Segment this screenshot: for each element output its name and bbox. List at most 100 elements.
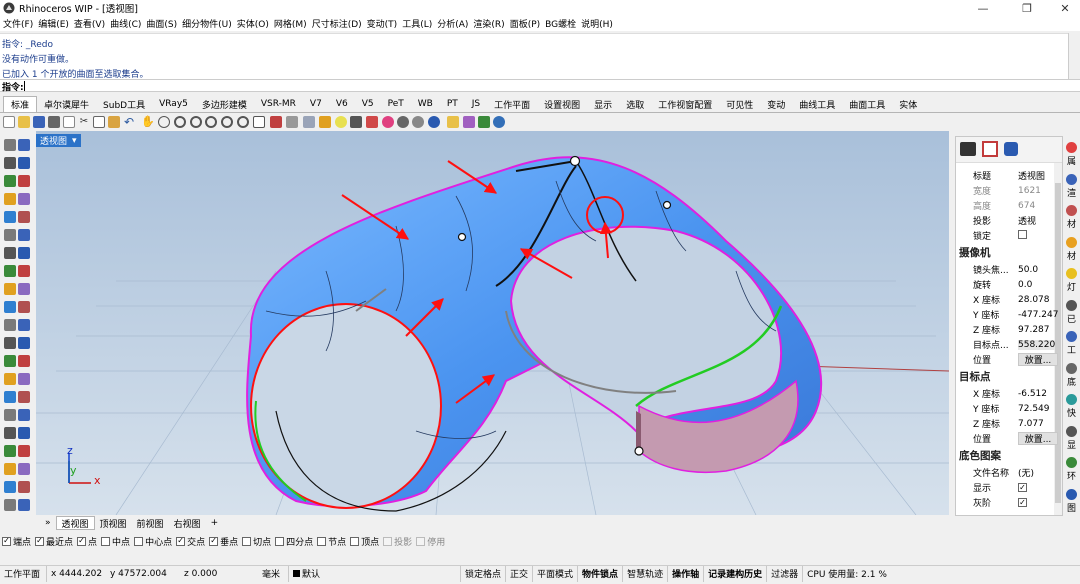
property-value[interactable] [1018,229,1027,242]
explode-icon[interactable] [18,337,30,349]
curve-icon[interactable] [18,157,30,169]
viewport-tab-front[interactable]: 前视图 [132,516,169,530]
command-history-scrollbar[interactable] [1068,33,1080,79]
rotate-view-icon[interactable] [158,116,170,128]
tab-subd[interactable]: SubD工具 [96,96,152,112]
mirror-icon[interactable] [4,409,16,421]
osnap-4[interactable]: 中心点 [134,535,172,548]
open-folder-icon[interactable] [18,116,30,128]
cplane-icon[interactable] [270,116,282,128]
grasshopper-icon[interactable] [478,116,490,128]
toggle-lock-grid[interactable]: 锁定格点 [460,565,505,582]
background-tab[interactable]: 底 [1063,362,1080,388]
environment-tab[interactable]: 环 [1063,457,1080,482]
hide-icon[interactable] [319,116,331,128]
toggle-osnap[interactable]: 物件锁点 [577,565,622,582]
menu-view[interactable]: 查看(V) [74,17,105,30]
trim-icon[interactable] [4,319,16,331]
toggle-gumball[interactable]: 操作轴 [667,565,703,582]
polyline-icon[interactable] [4,157,16,169]
tab-select[interactable]: 选取 [619,96,651,112]
toggle-smarttrack[interactable]: 智慧轨迹 [622,565,667,582]
close-icon[interactable]: ✕ [1050,0,1080,16]
curvature-icon[interactable] [18,427,30,439]
command-line[interactable]: 指令: [0,79,1080,93]
osnap-6[interactable]: ✓ 垂点 [209,535,238,548]
menu-analyze[interactable]: 分析(A) [437,17,468,30]
circle-icon[interactable] [4,175,16,187]
osnap-11[interactable]: 投影 [383,535,412,548]
menu-curve[interactable]: 曲线(C) [110,17,141,30]
viewport-tab-top[interactable]: 顶视图 [95,516,132,530]
tab-viewport-layout[interactable]: 工作视窗配置 [651,96,719,112]
toggle-planar[interactable]: 平面模式 [532,565,577,582]
lock-icon[interactable] [350,116,362,128]
tools-tab[interactable]: 工 [1063,331,1080,356]
layout-icon[interactable] [4,499,16,511]
checkbox[interactable] [134,536,144,546]
pan-hand-icon[interactable]: ✋ [141,116,155,128]
checkbox[interactable]: ✓ [1018,483,1027,492]
lights-tab[interactable]: 灯 [1063,268,1080,293]
tab-v6[interactable]: V6 [329,96,355,112]
checkbox[interactable] [275,536,285,546]
checkbox[interactable]: ✓ [1018,498,1027,507]
tab-visibility[interactable]: 可见性 [719,96,760,112]
point-icon[interactable] [18,139,30,151]
select-arrow-icon[interactable] [4,139,16,151]
checkbox[interactable] [416,536,426,546]
osnap-1[interactable]: ✓ 最近点 [35,535,73,548]
osnap-8[interactable]: 四分点 [275,535,313,548]
osnap-0[interactable]: ✓ 端点 [2,535,31,548]
move-icon[interactable] [4,373,16,385]
cylinder-icon[interactable] [18,247,30,259]
freeform-icon[interactable] [18,211,30,223]
checkbox[interactable]: ✓ [176,536,186,546]
viewport-tab-more[interactable]: » [40,516,56,530]
checkbox[interactable]: ✓ [77,536,87,546]
tab-polygon[interactable]: 多边形建模 [195,96,254,112]
menu-subd[interactable]: 细分物件(U) [182,17,232,30]
rendering-tab[interactable]: 渲 [1063,173,1080,199]
menu-surface[interactable]: 曲面(S) [146,17,177,30]
checkbox[interactable]: ✓ [2,536,11,546]
rectangle-icon[interactable] [982,141,998,157]
select-icon[interactable] [303,116,315,128]
checkbox[interactable] [383,536,393,546]
group-icon[interactable] [18,409,30,421]
undo-icon[interactable]: ↶ [124,116,136,128]
properties-tab[interactable]: 属 [1063,142,1080,167]
tab-js[interactable]: JS [465,96,487,112]
join-icon[interactable] [4,337,16,349]
image-tab[interactable]: 图 [1063,488,1080,514]
print-icon[interactable] [48,116,60,128]
checkbox[interactable] [350,536,360,546]
checkbox[interactable]: ✓ [35,536,45,546]
cut-icon[interactable]: ✂ [78,116,90,128]
arc-icon[interactable] [18,175,30,187]
menu-solid[interactable]: 实体(O) [237,17,269,30]
split-icon[interactable] [18,319,30,331]
minimize-icon[interactable]: — [968,0,998,16]
menu-bg-bolt[interactable]: BG螺栓 [545,17,576,30]
grid-icon[interactable] [18,481,30,493]
zoom-extents-icon[interactable] [205,116,217,128]
tab-v7[interactable]: V7 [303,96,329,112]
tab-standard[interactable]: 标准 [3,96,38,112]
status-cplane[interactable]: 工作平面 [0,566,46,582]
tab-curve-tools[interactable]: 曲线工具 [792,96,842,112]
tab-cplane[interactable]: 工作平面 [487,96,537,112]
tab-display[interactable]: 显示 [587,96,619,112]
property-value[interactable]: 674 [1018,201,1035,211]
blend-icon[interactable] [4,283,16,295]
zoom-window-icon[interactable] [190,116,202,128]
osnap-7[interactable]: 切点 [242,535,271,548]
restore-icon[interactable]: ❐ [1012,0,1042,16]
wrench-icon[interactable] [1004,142,1018,156]
display-mode-icon[interactable] [286,116,298,128]
material-library-tab[interactable]: 材 [1063,236,1080,262]
zoom-icon[interactable] [174,116,186,128]
menu-help[interactable]: 说明(H) [581,17,613,30]
extrude-icon[interactable] [18,229,30,241]
toggle-record-history[interactable]: 记录建构历史 [703,565,766,582]
